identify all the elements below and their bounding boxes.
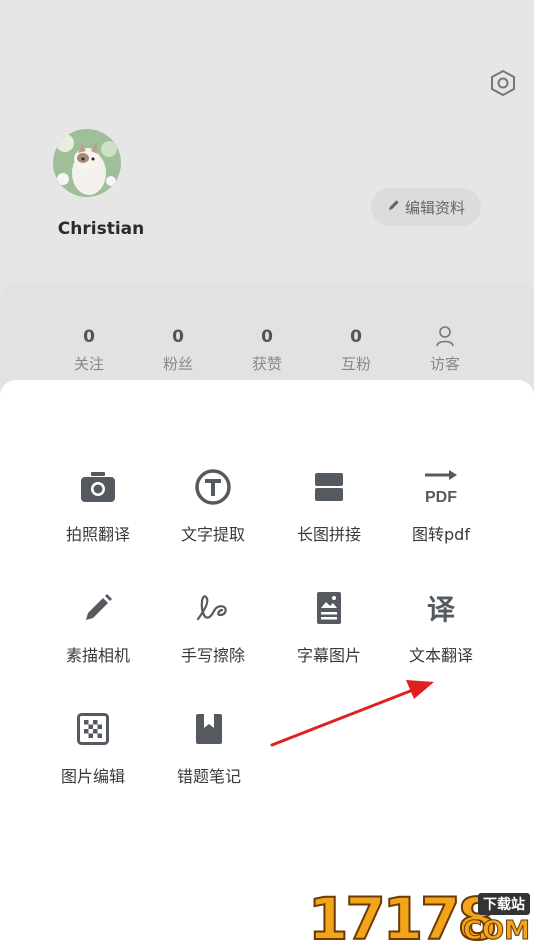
- tool-sketch-camera[interactable]: 素描相机: [40, 588, 156, 666]
- pencil-icon: [78, 588, 118, 628]
- translate-char: 译: [427, 593, 456, 626]
- stat-label: 关注: [73, 355, 104, 373]
- stat-fans[interactable]: 0 粉丝: [138, 325, 218, 374]
- tool-label: 手写擦除: [180, 646, 245, 665]
- tool-image-edit[interactable]: 图片编辑: [35, 709, 151, 787]
- handwriting-icon: [193, 588, 233, 628]
- stat-label: 访客: [429, 355, 460, 373]
- translate-icon: 译: [421, 588, 461, 628]
- stack-icon: [309, 467, 349, 507]
- bookmark-icon: [189, 709, 229, 749]
- tool-label: 错题笔记: [176, 767, 241, 786]
- settings-icon[interactable]: [488, 68, 518, 98]
- tool-label: 文本翻译: [408, 646, 473, 665]
- pencil-icon: [387, 198, 401, 216]
- stat-value: 0: [172, 327, 184, 347]
- camera-icon: [78, 467, 118, 507]
- watermark-logo: 17178 下载站 COM: [307, 887, 534, 950]
- edit-profile-button[interactable]: 编辑资料: [371, 188, 481, 226]
- avatar[interactable]: [53, 129, 121, 197]
- stat-following[interactable]: 0 关注: [49, 325, 129, 374]
- watermark-domain: COM: [462, 916, 530, 947]
- tool-label: 拍照翻译: [65, 525, 130, 544]
- pdf-text: PDF: [425, 489, 457, 505]
- stat-likes[interactable]: 0 获赞: [227, 325, 307, 374]
- pdf-icon: PDF: [421, 467, 461, 507]
- person-icon: [405, 325, 485, 349]
- tool-text-extract[interactable]: 文字提取: [155, 467, 271, 545]
- tool-label: 文字提取: [180, 525, 245, 544]
- tool-handwriting-erase[interactable]: 手写擦除: [155, 588, 271, 666]
- text-t-icon: [193, 467, 233, 507]
- tool-text-translate[interactable]: 译 文本翻译: [383, 588, 499, 666]
- edit-profile-label: 编辑资料: [404, 198, 465, 217]
- tool-image-to-pdf[interactable]: PDF 图转pdf: [383, 467, 499, 545]
- stat-label: 获赞: [251, 355, 282, 373]
- tool-subtitle-image[interactable]: 字幕图片: [271, 588, 387, 666]
- stat-value: 0: [261, 327, 273, 347]
- tool-label: 素描相机: [65, 646, 130, 665]
- stat-visitors[interactable]: 访客: [405, 325, 485, 374]
- tool-label: 字幕图片: [296, 646, 361, 665]
- stat-label: 粉丝: [162, 355, 193, 373]
- username: Christian: [57, 219, 145, 239]
- stat-value: 0: [350, 327, 362, 347]
- tool-long-image[interactable]: 长图拼接: [271, 467, 387, 545]
- tool-label: 图转pdf: [412, 525, 470, 544]
- tool-photo-translate[interactable]: 拍照翻译: [40, 467, 156, 545]
- stat-mutual[interactable]: 0 互粉: [316, 325, 396, 374]
- tools-sheet: 拍照翻译 文字提取 长图拼接 PDF 图转pdf 素描相机 手写擦除 字幕图片 …: [0, 380, 534, 950]
- mosaic-icon: [73, 709, 113, 749]
- tool-label: 图片编辑: [60, 767, 125, 786]
- subtitle-image-icon: [309, 588, 349, 628]
- stat-value: 0: [83, 327, 95, 347]
- tool-label: 长图拼接: [296, 525, 361, 544]
- watermark-tag: 下载站: [478, 893, 530, 915]
- stat-label: 互粉: [340, 355, 371, 373]
- tool-mistake-notes[interactable]: 错题笔记: [151, 709, 267, 787]
